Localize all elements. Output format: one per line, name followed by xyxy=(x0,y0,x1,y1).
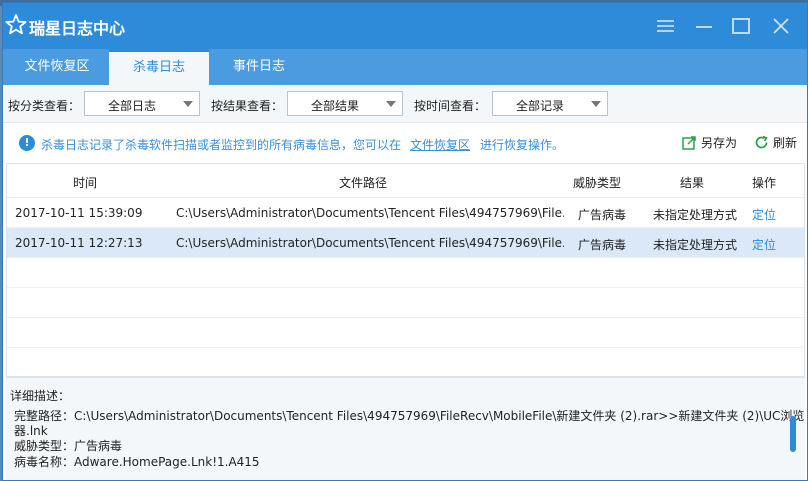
category-filter-label: 按分类查看： xyxy=(8,99,81,113)
detail-virus-name: 病毒名称：Adware.HomePage.Lnk!1.A415 xyxy=(14,455,260,469)
info-bar: ! 杀毒日志记录了杀毒软件扫描或者监控到的所有病毒信息，您可以在 文件恢复区 进… xyxy=(3,123,807,163)
category-filter-value: 全部日志 xyxy=(107,99,156,113)
info-text: 杀毒日志记录了杀毒软件扫描或者监控到的所有病毒信息，您可以在 xyxy=(41,138,402,152)
chevron-down-icon xyxy=(591,101,601,107)
window-title: 瑞星日志中心 xyxy=(29,19,126,38)
empty-table-row xyxy=(7,318,804,348)
log-center-window: 瑞星日志中心 文件恢复区 杀毒日志 事件日志 按分类查看： 全部日志 按结果查看… xyxy=(2,2,808,481)
detail-panel: 详细描述： 完整路径：C:\Users\Administrator\Docume… xyxy=(6,377,805,480)
locate-link[interactable]: 定位 xyxy=(752,206,776,223)
result-filter-select[interactable]: 全部结果 xyxy=(287,91,403,116)
tab-bar: 文件恢复区 杀毒日志 事件日志 xyxy=(3,49,807,85)
minimize-icon[interactable] xyxy=(693,15,715,37)
category-filter-select[interactable]: 全部日志 xyxy=(84,91,200,116)
info-text-suffix: 进行恢复操作。 xyxy=(480,138,565,152)
column-header-result[interactable]: 结果 xyxy=(680,174,704,191)
save-as-button[interactable]: 另存为 xyxy=(682,134,737,153)
close-icon[interactable] xyxy=(770,15,792,37)
save-as-label: 另存为 xyxy=(701,136,738,150)
table-header: 时间 文件路径 威胁类型 结果 操作 xyxy=(7,164,804,198)
rising-star-logo-icon xyxy=(5,13,27,37)
time-filter-select[interactable]: 全部记录 xyxy=(492,91,608,116)
maximize-icon[interactable] xyxy=(730,15,752,37)
time-filter-label: 按时间查看： xyxy=(414,99,487,113)
row-result: 未指定处理方式 xyxy=(653,238,738,252)
empty-table-row xyxy=(7,348,804,376)
result-filter-label: 按结果查看： xyxy=(211,99,284,113)
refresh-icon xyxy=(754,135,769,153)
row-threat-type: 广告病毒 xyxy=(578,208,627,222)
tab-event-log[interactable]: 事件日志 xyxy=(209,49,309,85)
refresh-button[interactable]: 刷新 xyxy=(754,134,797,153)
chevron-down-icon xyxy=(386,101,396,107)
chevron-down-icon xyxy=(183,101,193,107)
row-path: C:\Users\Administrator\Documents\Tencent… xyxy=(176,236,564,250)
title-bar[interactable]: 瑞星日志中心 xyxy=(3,3,807,49)
refresh-label: 刷新 xyxy=(773,136,798,150)
detail-full-path: 完整路径：C:\Users\Administrator\Documents\Te… xyxy=(14,409,805,423)
export-icon xyxy=(682,135,697,153)
detail-title: 详细描述： xyxy=(10,389,71,403)
column-header-action[interactable]: 操作 xyxy=(752,174,776,191)
column-header-threat-type[interactable]: 威胁类型 xyxy=(573,174,621,191)
column-header-time[interactable]: 时间 xyxy=(73,174,97,191)
time-filter-value: 全部记录 xyxy=(515,99,564,113)
table-row[interactable]: 2017-10-11 12:27:13 C:\Users\Administrat… xyxy=(7,228,804,258)
tab-file-recovery[interactable]: 文件恢复区 xyxy=(3,49,111,85)
empty-table-row xyxy=(7,258,804,288)
column-header-path[interactable]: 文件路径 xyxy=(339,174,387,191)
tab-antivirus-log[interactable]: 杀毒日志 xyxy=(109,49,209,85)
filter-bar: 按分类查看： 全部日志 按结果查看： 全部结果 按时间查看： 全部记录 xyxy=(3,85,807,123)
row-time: 2017-10-11 15:39:09 xyxy=(15,206,143,220)
info-icon: ! xyxy=(19,135,35,151)
locate-link[interactable]: 定位 xyxy=(752,236,776,253)
row-threat-type: 广告病毒 xyxy=(578,238,627,252)
row-time: 2017-10-11 12:27:13 xyxy=(15,236,143,250)
row-path: C:\Users\Administrator\Documents\Tencent… xyxy=(176,206,564,220)
table-row[interactable]: 2017-10-11 15:39:09 C:\Users\Administrat… xyxy=(7,198,804,228)
antivirus-log-table: 时间 文件路径 威胁类型 结果 操作 2017-10-11 15:39:09 C… xyxy=(6,163,805,377)
file-recovery-link[interactable]: 文件恢复区 xyxy=(410,136,470,153)
menu-list-icon[interactable] xyxy=(655,15,677,37)
result-filter-value: 全部结果 xyxy=(310,99,359,113)
empty-table-row xyxy=(7,288,804,318)
detail-scrollbar-thumb[interactable] xyxy=(790,416,796,452)
detail-threat-type: 威胁类型：广告病毒 xyxy=(14,439,123,453)
row-result: 未指定处理方式 xyxy=(653,208,738,222)
